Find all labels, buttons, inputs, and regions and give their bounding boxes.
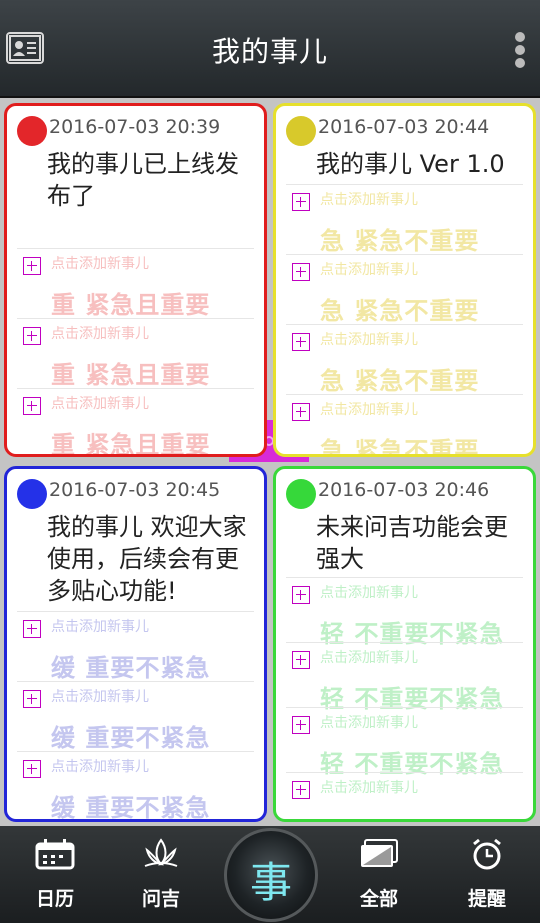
center-action-button[interactable]: 事 — [224, 828, 318, 922]
add-icon[interactable] — [23, 620, 41, 638]
card-text: 未来问吉功能会更强大 — [316, 513, 508, 573]
add-icon[interactable] — [23, 690, 41, 708]
add-slot[interactable]: 点击添加新事儿 轻 不重要不紧急 — [286, 707, 523, 778]
add-hint: 点击添加新事儿 — [51, 759, 149, 775]
tab-label: 提醒 — [467, 888, 506, 910]
center-glyph: 事 — [249, 858, 292, 907]
tab-label: 全部 — [359, 888, 398, 910]
priority-tag: 急 紧急不重要 — [320, 227, 480, 255]
add-slot[interactable]: 点击添加新事儿 急 紧急不重要 — [286, 394, 523, 457]
add-slot[interactable]: 点击添加新事儿 重 紧急且重要 — [17, 318, 254, 389]
add-slot[interactable]: 点击添加新事儿 急 紧急不重要 — [286, 324, 523, 395]
app-header: 我的事儿 — [0, 0, 540, 98]
priority-tag: 重 紧急且重要 — [51, 431, 211, 457]
card-date: 2016-07-03 20:46 — [318, 479, 490, 501]
priority-tag: 重 紧急且重要 — [51, 361, 211, 389]
priority-tag: 缓 重要不紧急 — [51, 794, 211, 822]
add-hint: 点击添加新事儿 — [320, 332, 418, 348]
add-icon[interactable] — [292, 403, 310, 421]
card-important-not-urgent[interactable]: 2016-07-03 20:45 我的事儿 欢迎大家使用，后续会有更多贴心功能!… — [4, 466, 267, 822]
add-icon[interactable] — [292, 716, 310, 734]
add-slot[interactable]: 点击添加新事儿 重 紧急且重要 — [17, 388, 254, 457]
card-stack-icon — [361, 839, 398, 867]
tab-label: 问吉 — [141, 888, 180, 910]
card-date: 2016-07-03 20:45 — [49, 479, 221, 501]
add-icon[interactable] — [23, 257, 41, 275]
add-hint: 点击添加新事儿 — [51, 326, 149, 342]
add-hint: 点击添加新事儿 — [320, 192, 418, 208]
add-hint: 点击添加新事儿 — [51, 256, 149, 272]
add-slot[interactable]: 点击添加新事儿 急 紧急不重要 — [286, 184, 523, 255]
add-slot[interactable]: 点击添加新事儿 缓 重要不紧急 — [17, 751, 254, 822]
overflow-menu-icon[interactable] — [510, 30, 530, 70]
yellow-ball-icon — [286, 116, 316, 146]
page-title: 我的事儿 — [211, 35, 328, 68]
add-hint: 点击添加新事儿 — [320, 585, 418, 601]
add-hint: 点击添加新事儿 — [51, 689, 149, 705]
tab-label: 日历 — [35, 888, 74, 910]
priority-tag: 缓 重要不紧急 — [51, 724, 211, 752]
add-icon[interactable] — [292, 781, 310, 799]
lotus-icon — [144, 838, 178, 867]
card-urgent-not-important[interactable]: 2016-07-03 20:44 我的事儿 Ver 1.0 点击添加新事儿 急 … — [273, 103, 536, 457]
add-hint: 点击添加新事儿 — [51, 619, 149, 635]
add-hint: 点击添加新事儿 — [320, 780, 418, 796]
add-slot[interactable]: 点击添加新事儿 重 紧急且重要 — [17, 248, 254, 319]
calendar-icon — [35, 839, 75, 870]
priority-tag: 缓 重要不紧急 — [51, 654, 211, 682]
add-hint: 点击添加新事儿 — [51, 396, 149, 412]
add-hint: 点击添加新事儿 — [320, 402, 418, 418]
alarm-clock-icon — [473, 838, 501, 870]
tab-all[interactable]: 全部 — [324, 826, 434, 923]
card-text: 我的事儿已上线发布了 — [47, 150, 239, 210]
add-slot[interactable]: 点击添加新事儿 轻 不重要不紧急 — [286, 642, 523, 713]
blue-ball-icon — [17, 479, 47, 509]
add-hint: 点击添加新事儿 — [320, 650, 418, 666]
quadrant-board: 2016-07-03 20:39 我的事儿已上线发布了 点击添加新事儿 重 紧急… — [0, 98, 540, 826]
add-icon[interactable] — [23, 397, 41, 415]
add-icon[interactable] — [292, 651, 310, 669]
add-icon[interactable] — [292, 333, 310, 351]
red-ball-icon — [17, 116, 47, 146]
add-slot[interactable]: 点击添加新事儿 轻 不重要不紧急 — [286, 577, 523, 648]
priority-tag: 重 紧急且重要 — [51, 291, 211, 319]
priority-tag: 急 紧急不重要 — [320, 437, 480, 457]
card-date: 2016-07-03 20:39 — [49, 116, 221, 138]
add-icon[interactable] — [292, 263, 310, 281]
tab-reminder[interactable]: 提醒 — [432, 826, 540, 923]
priority-tag: 急 紧急不重要 — [320, 297, 480, 325]
add-hint: 点击添加新事儿 — [320, 262, 418, 278]
bottom-nav: 日历 问吉 事 全部 提醒 — [0, 826, 540, 923]
card-text: 我的事儿 Ver 1.0 — [316, 150, 505, 178]
add-slot[interactable]: 点击添加新事儿 — [286, 772, 523, 819]
add-icon[interactable] — [23, 760, 41, 778]
card-not-important-not-urgent[interactable]: 2016-07-03 20:46 未来问吉功能会更强大 点击添加新事儿 轻 不重… — [273, 466, 536, 822]
add-hint: 点击添加新事儿 — [320, 715, 418, 731]
card-text: 我的事儿 欢迎大家使用，后续会有更多贴心功能! — [47, 513, 247, 605]
priority-tag: 急 紧急不重要 — [320, 367, 480, 395]
card-urgent-important[interactable]: 2016-07-03 20:39 我的事儿已上线发布了 点击添加新事儿 重 紧急… — [4, 103, 267, 457]
card-date: 2016-07-03 20:44 — [318, 116, 490, 138]
tab-calendar[interactable]: 日历 — [0, 826, 110, 923]
add-slot[interactable]: 点击添加新事儿 缓 重要不紧急 — [17, 681, 254, 752]
green-ball-icon — [286, 479, 316, 509]
add-icon[interactable] — [292, 586, 310, 604]
add-slot[interactable]: 点击添加新事儿 急 紧急不重要 — [286, 254, 523, 325]
add-icon[interactable] — [292, 193, 310, 211]
add-icon[interactable] — [23, 327, 41, 345]
add-slot[interactable]: 点击添加新事儿 缓 重要不紧急 — [17, 611, 254, 682]
tab-wenji[interactable]: 问吉 — [106, 826, 216, 923]
